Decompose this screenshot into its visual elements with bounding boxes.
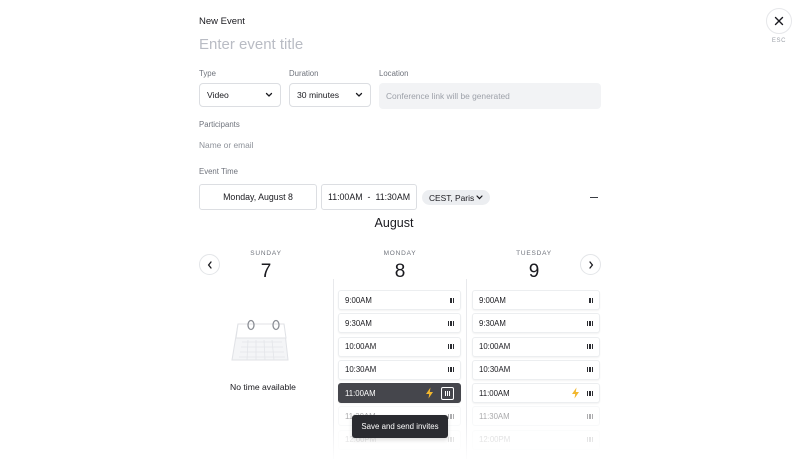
availability-bars-icon [448, 320, 454, 326]
time-slot[interactable]: 12:00PM [472, 429, 600, 450]
slot-time: 10:30AM [345, 365, 377, 375]
close-button[interactable] [766, 8, 792, 34]
slot-time: 11:00AM [345, 388, 376, 398]
calendar-month: August [374, 216, 414, 230]
previous-days-button[interactable] [199, 254, 220, 275]
time-range: 11:00AM - 11:30AM [321, 184, 417, 210]
slot-time: 10:30AM [479, 365, 511, 375]
time-slot[interactable]: 11:00AM [472, 383, 600, 404]
chevron-right-icon [588, 260, 593, 269]
slot-time: 10:00AM [479, 342, 511, 352]
time-slot-selected[interactable]: 11:00AM [338, 383, 461, 404]
dialog-title: New Event [199, 16, 245, 27]
tuesday-slot-list: 9:00AM 9:30AM 10:00AM 10:30AM 11:00AM 11… [472, 290, 600, 450]
timezone-value: CEST, Paris [429, 192, 475, 203]
type-label: Type [199, 69, 216, 78]
lightning-icon [572, 387, 580, 399]
day-name-tuesday: TUESDAY [516, 250, 552, 257]
availability-bars-icon [587, 413, 593, 419]
availability-bars-icon [587, 390, 593, 396]
event-time-label: Event Time [199, 167, 238, 176]
availability-bars-icon [448, 344, 454, 350]
date-picker-button[interactable]: Monday, August 8 [199, 184, 317, 210]
availability-bars-icon [441, 386, 454, 400]
participants-label: Participants [199, 120, 240, 129]
time-slot[interactable]: 10:30AM [338, 359, 461, 380]
calendar-illustration-icon [228, 316, 292, 369]
time-separator: - [367, 192, 371, 202]
type-value: Video [207, 90, 229, 100]
time-slot[interactable]: 9:30AM [338, 313, 461, 334]
availability-bars-icon [448, 367, 454, 373]
availability-bars-icon [587, 344, 593, 350]
save-and-send-button[interactable]: Save and send invites [352, 415, 448, 438]
slot-time: 9:00AM [345, 295, 372, 305]
lightning-icon [426, 387, 433, 399]
slot-time: 10:00AM [345, 342, 377, 352]
duration-label: Duration [289, 69, 319, 78]
chevron-down-icon [265, 92, 273, 97]
collapse-icon[interactable] [590, 197, 598, 198]
duration-value: 30 minutes [297, 90, 340, 100]
availability-bars-icon [587, 367, 593, 373]
time-slot[interactable]: 9:30AM [472, 313, 600, 334]
time-slot[interactable]: 10:30AM [472, 359, 600, 380]
day-name-monday: MONDAY [383, 250, 417, 257]
availability-bars-icon [587, 437, 593, 443]
no-time-available: No time available [230, 382, 296, 392]
day-name-sunday: SUNDAY [250, 250, 282, 257]
end-time[interactable]: 11:30AM [375, 192, 410, 202]
esc-hint: ESC [771, 38, 787, 44]
time-slot[interactable]: 9:00AM [472, 290, 600, 310]
slot-time: 9:00AM [479, 295, 506, 305]
day-number-monday: 8 [394, 261, 406, 282]
column-divider [466, 279, 467, 459]
close-icon [774, 16, 784, 26]
availability-bars-icon [448, 437, 454, 443]
location-input[interactable] [379, 83, 601, 109]
column-divider [333, 279, 334, 459]
time-slot[interactable]: 9:00AM [338, 290, 461, 310]
day-number-tuesday: 9 [528, 261, 540, 282]
availability-bars-icon [448, 413, 454, 419]
availability-bars-icon [587, 320, 593, 326]
availability-bars-icon [589, 297, 593, 303]
slot-time: 9:30AM [345, 318, 372, 328]
slot-time: 11:30AM [479, 411, 510, 421]
type-select[interactable]: Video [199, 83, 281, 107]
start-time[interactable]: 11:00AM [328, 192, 363, 202]
chevron-down-icon [355, 92, 363, 97]
slot-time: 9:30AM [479, 318, 506, 328]
day-number-sunday: 7 [260, 261, 272, 282]
participants-input[interactable] [199, 138, 399, 152]
event-title-input[interactable] [199, 34, 599, 54]
slot-time: 12:00PM [479, 435, 511, 445]
duration-select[interactable]: 30 minutes [289, 83, 371, 107]
availability-bars-icon [450, 297, 454, 303]
time-slot[interactable]: 11:30AM [472, 406, 600, 427]
slot-time: 11:00AM [479, 388, 510, 398]
next-days-button[interactable] [580, 254, 601, 275]
chevron-left-icon [207, 260, 212, 269]
time-slot[interactable]: 10:00AM [472, 336, 600, 357]
location-label: Location [379, 69, 409, 78]
timezone-select[interactable]: CEST, Paris [422, 190, 491, 205]
time-slot[interactable]: 10:00AM [338, 336, 461, 357]
chevron-down-icon [476, 195, 483, 200]
